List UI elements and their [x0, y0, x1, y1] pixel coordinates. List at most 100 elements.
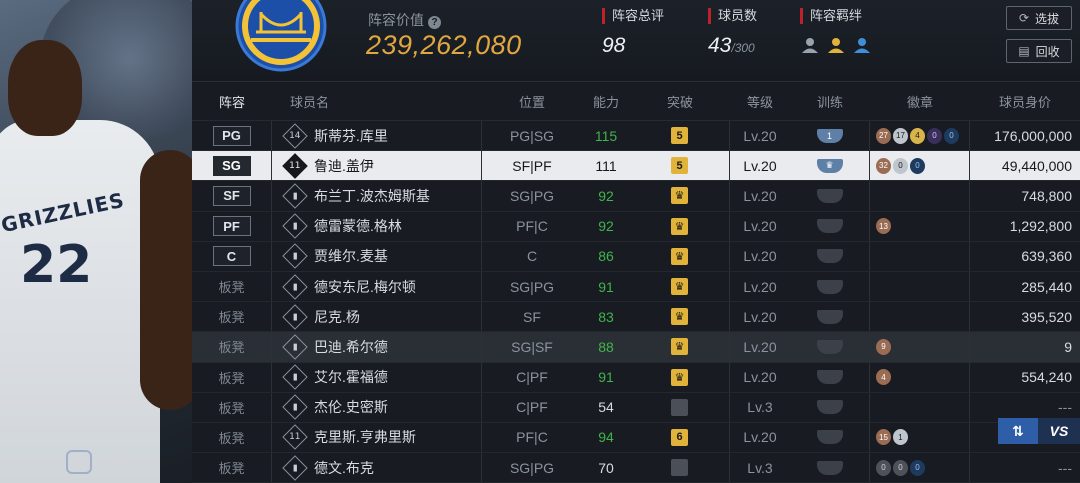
training[interactable]: 1 [790, 121, 870, 151]
training[interactable] [790, 181, 870, 211]
lineup-slot[interactable]: 板凳 [192, 302, 272, 332]
training[interactable] [790, 271, 870, 302]
breakthrough-count: 6 [671, 428, 688, 446]
ability: 54 [598, 399, 614, 416]
stat-bonds[interactable]: 阵容羁绊 [800, 8, 872, 54]
position: PG|SG [509, 127, 555, 144]
training[interactable] [790, 422, 870, 453]
player-name-cell[interactable]: 14 斯蒂芬.库里 [272, 121, 482, 151]
col-lineup[interactable]: 阵容 [192, 83, 272, 120]
training[interactable] [790, 392, 870, 422]
player-name: 艾尔.霍福德 [314, 369, 388, 386]
badges[interactable] [870, 181, 970, 211]
badges[interactable] [870, 392, 970, 422]
stat-player-count: 球员数 43/300 [708, 8, 757, 58]
swap-icon[interactable]: ⇅ [998, 418, 1038, 444]
training[interactable] [790, 211, 870, 241]
training[interactable] [790, 362, 870, 392]
player-name-cell[interactable]: 11 鲁迪.盖伊 [272, 151, 482, 181]
badges[interactable]: 13 [870, 211, 970, 241]
col-player-value[interactable]: 球员身价 [970, 83, 1080, 120]
badges[interactable]: 27 17 4 0 0 [870, 121, 970, 151]
lineup-slot[interactable]: 板凳 [192, 271, 272, 302]
training[interactable] [790, 332, 870, 362]
table-row[interactable]: 板凳 ▮ 德安东尼.梅尔顿 SG|PG 91 Lv.20 285,440 [192, 271, 1080, 303]
training[interactable] [790, 302, 870, 332]
player-value: 285,440 [1021, 278, 1072, 295]
badges[interactable]: 32 0 0 [870, 151, 970, 181]
lineup-slot[interactable]: 板凳 [192, 332, 272, 362]
lineup-slot[interactable]: SG [192, 151, 272, 181]
select-button[interactable]: ⟳ 选拔 [1006, 6, 1072, 30]
roster-table: 阵容 球员名 位置 能力 突破 等级 训练 徽章 球员身价 PG 14 斯蒂芬.… [192, 83, 1080, 483]
vs-button[interactable]: VS [1038, 418, 1080, 444]
col-position[interactable]: 位置 [482, 83, 582, 120]
badge-list: 15 1 [876, 429, 908, 446]
player-value: 639,360 [1021, 248, 1072, 265]
player-name-cell[interactable]: ▮ 布兰丁.波杰姆斯基 [272, 181, 482, 211]
player-name-cell[interactable]: ▮ 贾维尔.麦基 [272, 241, 482, 271]
table-row[interactable]: 板凳 ▮ 尼克.杨 SF 83 Lv.20 395,520 [192, 302, 1080, 333]
player-name-cell[interactable]: ▮ 德文.布克 [272, 453, 482, 483]
col-training[interactable]: 训练 [790, 83, 870, 120]
player-name-cell[interactable]: ▮ 杰伦.史密斯 [272, 392, 482, 422]
badges[interactable]: 000 [870, 453, 970, 483]
table-row[interactable]: SG 11 鲁迪.盖伊 SF|PF 111 5 Lv.20 ♛ 32 0 0 49,… [192, 151, 1080, 182]
lineup-slot[interactable]: 板凳 [192, 362, 272, 392]
player-name-cell[interactable]: ▮ 德雷蒙德.格林 [272, 211, 482, 241]
player-portrait: GRIZZLIES 22 [0, 0, 192, 483]
breakthrough-locked-icon [671, 398, 688, 416]
table-row[interactable]: 板凳 ▮ 杰伦.史密斯 C|PF 54 Lv.3 --- [192, 392, 1080, 423]
col-player-name[interactable]: 球员名 [272, 83, 482, 120]
vs-compare[interactable]: ⇅ VS [998, 416, 1080, 446]
player-name: 杰伦.史密斯 [314, 399, 388, 416]
tier-icon: ▮ [282, 454, 308, 481]
recycle-icon: ▤ [1018, 44, 1030, 58]
table-row[interactable]: PF ▮ 德雷蒙德.格林 PF|C 92 Lv.20 13 1,292,800 [192, 211, 1080, 242]
tier-icon: ▮ [282, 183, 308, 209]
training[interactable] [790, 453, 870, 483]
badges[interactable]: 15 1 [870, 422, 970, 453]
badges[interactable] [870, 241, 970, 271]
level: Lv.20 [743, 157, 777, 174]
player-name-cell[interactable]: 11 克里斯.亨弗里斯 [272, 422, 482, 453]
table-row[interactable]: 板凳 ▮ 艾尔.霍福德 C|PF 91 Lv.20 4 554,240 [192, 362, 1080, 393]
badges[interactable] [870, 271, 970, 302]
tier-icon: ▮ [282, 334, 308, 360]
table-row[interactable]: 板凳 11 克里斯.亨弗里斯 PF|C 94 6 Lv.20 151 9,536… [192, 422, 1080, 454]
lineup-slot[interactable]: PG [192, 121, 272, 151]
table-row[interactable]: SF ▮ 布兰丁.波杰姆斯基 SG|PG 92 Lv.20 748,800 [192, 181, 1080, 212]
recycle-button[interactable]: ▤ 回收 [1006, 39, 1072, 63]
level: Lv.20 [743, 369, 777, 386]
ability: 115 [594, 127, 618, 144]
table-row[interactable]: 板凳 ▮ 巴迪.希尔德 SG|SF 88 Lv.20 9 9 [192, 332, 1080, 363]
badge-icon: 32 [876, 157, 891, 174]
player-name-cell[interactable]: ▮ 艾尔.霍福德 [272, 362, 482, 392]
col-level[interactable]: 等级 [730, 83, 790, 120]
lineup-slot[interactable]: 板凳 [192, 392, 272, 422]
help-icon[interactable]: ? [428, 16, 441, 29]
table-row[interactable]: C ▮ 贾维尔.麦基 C 86 Lv.20 639,360 [192, 241, 1080, 272]
lineup-slot[interactable]: 板凳 [192, 453, 272, 483]
training[interactable] [790, 241, 870, 271]
bond-icons[interactable] [800, 36, 872, 54]
player-name-cell[interactable]: ▮ 德安东尼.梅尔顿 [272, 271, 482, 302]
tier-number: ▮ [292, 341, 298, 352]
player-name-cell[interactable]: ▮ 尼克.杨 [272, 302, 482, 332]
col-badges[interactable]: 徽章 [870, 83, 970, 120]
lineup-slot[interactable]: SF [192, 181, 272, 211]
badges[interactable]: 4 [870, 362, 970, 392]
lineup-slot[interactable]: C [192, 241, 272, 271]
col-ability[interactable]: 能力 [582, 83, 630, 120]
position: SG|SF [511, 338, 553, 355]
badges[interactable]: 9 [870, 332, 970, 362]
table-row[interactable]: 板凳 ▮ 德文.布克 SG|PG 70 Lv.3 000 --- [192, 453, 1080, 483]
bench-label: 板凳 [218, 430, 245, 446]
col-breakthrough[interactable]: 突破 [630, 83, 730, 120]
badges[interactable] [870, 302, 970, 332]
training[interactable]: ♛ [790, 151, 870, 181]
lineup-slot[interactable]: PF [192, 211, 272, 241]
lineup-slot[interactable]: 板凳 [192, 422, 272, 453]
table-row[interactable]: PG 14 斯蒂芬.库里 PG|SG 115 5 Lv.20 1 27 17 4 0 0… [192, 121, 1080, 152]
player-name-cell[interactable]: ▮ 巴迪.希尔德 [272, 332, 482, 362]
